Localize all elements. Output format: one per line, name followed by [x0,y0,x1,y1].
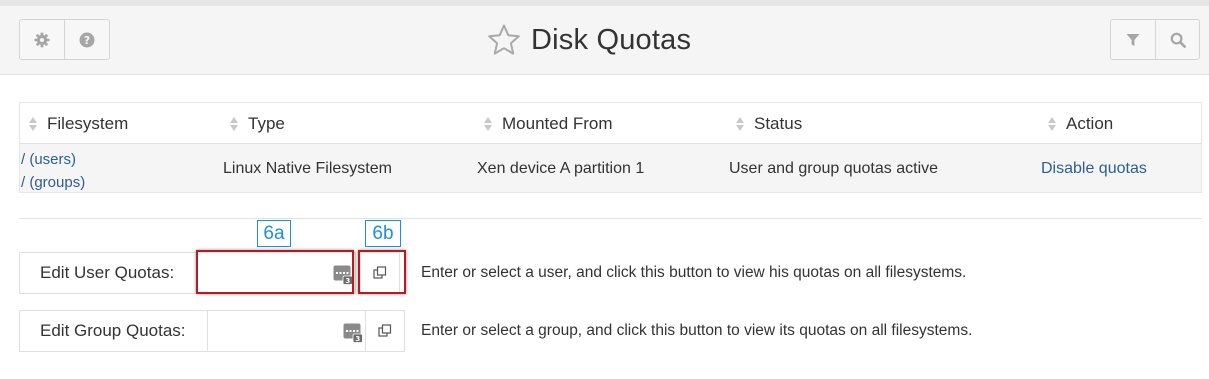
mounted-from-cell: Xen device A partition 1 [477,159,645,177]
group-name-input[interactable] [208,311,365,351]
view-user-quotas-button[interactable] [360,252,400,294]
edit-group-quotas-label: Edit Group Quotas: [19,310,208,352]
help-button[interactable]: ? [64,19,110,60]
title-area: Disk Quotas [487,22,691,58]
column-header-type[interactable]: Type [229,103,285,144]
group-picker-icon[interactable]: 3 [343,323,363,343]
svg-text:3: 3 [345,277,350,285]
table-row: / (users) / (groups) Linux Native Filesy… [19,144,1202,193]
user-name-input[interactable] [198,253,355,293]
settings-button[interactable] [19,19,65,60]
view-group-quotas-button[interactable] [365,310,405,352]
sort-icon [229,116,239,132]
sort-icon [483,116,493,132]
page-header: ? Disk Quotas [0,6,1209,75]
group-input-box: 3 [207,310,366,352]
status-cell: User and group quotas active [729,159,939,177]
page-title: Disk Quotas [531,23,692,56]
annotation-label-6a: 6a [257,220,291,247]
filesystems-table: Filesystem Type Mounted From Status Acti… [19,102,1202,193]
column-header-action[interactable]: Action [1047,103,1113,144]
filesystem-cell: / (users) / (groups) [21,148,85,194]
svg-text:?: ? [84,34,90,47]
action-cell: Disable quotas [1041,144,1147,193]
sort-icon [28,116,38,132]
filter-button[interactable] [1110,19,1156,60]
question-circle-icon: ? [79,32,95,47]
search-icon [1170,32,1186,48]
column-header-mounted-from[interactable]: Mounted From [483,103,613,144]
annotation-label-6b: 6b [365,220,401,247]
table-header: Filesystem Type Mounted From Status Acti… [19,103,1202,144]
sort-icon [735,116,745,132]
user-input-box: 3 [197,252,356,294]
disable-quotas-link[interactable]: Disable quotas [1041,160,1147,178]
filesystem-users-link[interactable]: / (users) [21,148,85,171]
edit-user-quotas-label: Edit User Quotas: [19,252,198,294]
group-quotas-help-text: Enter or select a group, and click this … [421,322,973,339]
svg-text:3: 3 [355,335,360,343]
star-icon[interactable] [487,23,521,57]
filter-icon [1126,33,1140,46]
copy-icon [373,266,387,279]
divider [19,218,1202,219]
type-cell: Linux Native Filesystem [223,159,392,177]
sort-icon [1047,116,1057,132]
column-header-status[interactable]: Status [735,103,802,144]
user-quotas-help-text: Enter or select a user, and click this b… [421,264,967,281]
search-button[interactable] [1155,19,1200,60]
user-picker-icon[interactable]: 3 [333,265,353,285]
column-header-filesystem[interactable]: Filesystem [28,103,128,144]
gear-icon [34,32,50,47]
copy-icon [378,324,392,337]
filesystem-groups-link[interactable]: / (groups) [21,171,85,194]
